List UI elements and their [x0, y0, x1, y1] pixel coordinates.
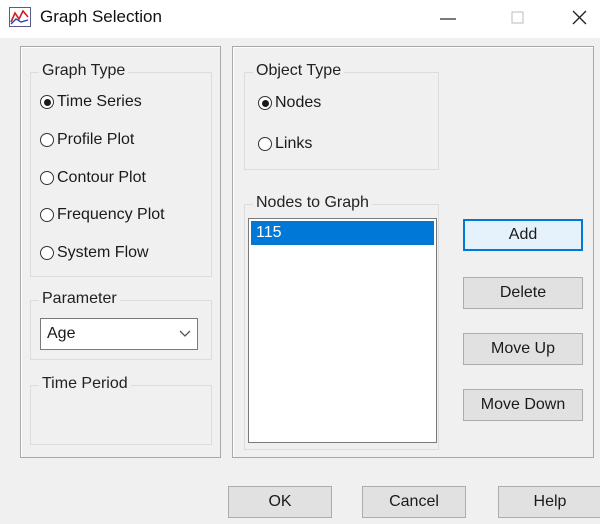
radio-label-system-flow: System Flow [57, 244, 149, 261]
radio-contour-plot[interactable]: Contour Plot [40, 167, 146, 189]
radio-circle-system-flow [40, 246, 54, 260]
nodes-to-graph-label: Nodes to Graph [253, 194, 372, 212]
parameter-dropdown[interactable]: Age [40, 318, 198, 350]
radio-label-contour-plot: Contour Plot [57, 169, 146, 186]
time-period-group: Time Period [30, 375, 212, 445]
radio-label-profile-plot: Profile Plot [57, 131, 135, 148]
radio-links[interactable]: Links [258, 133, 312, 155]
parameter-value: Age [47, 325, 76, 342]
move-down-button[interactable]: Move Down [463, 389, 583, 421]
parameter-label: Parameter [39, 290, 120, 308]
radio-circle-frequency-plot [40, 208, 54, 222]
radio-label-frequency-plot: Frequency Plot [57, 206, 165, 223]
radio-time-series[interactable]: Time Series [40, 91, 142, 113]
radio-frequency-plot[interactable]: Frequency Plot [40, 204, 165, 226]
radio-circle-profile-plot [40, 133, 54, 147]
graph-app-icon [9, 7, 31, 27]
radio-circle-nodes [258, 96, 272, 110]
radio-system-flow[interactable]: System Flow [40, 242, 149, 264]
close-icon [572, 10, 587, 25]
radio-label-nodes: Nodes [275, 94, 322, 111]
graph-type-label: Graph Type [39, 62, 129, 80]
cancel-button[interactable]: Cancel [362, 486, 466, 518]
radio-circle-time-series [40, 95, 54, 109]
object-type-label: Object Type [253, 62, 345, 80]
minimize-button[interactable] [424, 0, 472, 36]
radio-selected-dot [261, 99, 269, 107]
radio-nodes[interactable]: Nodes [258, 92, 321, 114]
close-button[interactable] [556, 0, 600, 36]
radio-profile-plot[interactable]: Profile Plot [40, 129, 134, 151]
nodes-listbox[interactable]: 115 [248, 218, 437, 443]
radio-circle-links [258, 137, 272, 151]
ok-button[interactable]: OK [228, 486, 332, 518]
radio-selected-dot [43, 98, 51, 106]
radio-label-time-series: Time Series [57, 93, 142, 110]
add-button[interactable]: Add [463, 219, 583, 251]
time-period-label: Time Period [39, 375, 131, 393]
delete-button[interactable]: Delete [463, 277, 583, 309]
chevron-down-icon [179, 330, 191, 337]
maximize-icon [511, 11, 524, 24]
minimize-icon [440, 18, 456, 20]
title-bar: Graph Selection [0, 0, 600, 38]
list-item[interactable]: 115 [251, 221, 434, 245]
object-type-group: Object Type [244, 62, 439, 170]
radio-label-links: Links [275, 135, 313, 152]
move-up-button[interactable]: Move Up [463, 333, 583, 365]
maximize-button[interactable] [494, 0, 542, 36]
window-title: Graph Selection [40, 7, 162, 26]
radio-circle-contour-plot [40, 171, 54, 185]
help-button[interactable]: Help [498, 486, 600, 518]
